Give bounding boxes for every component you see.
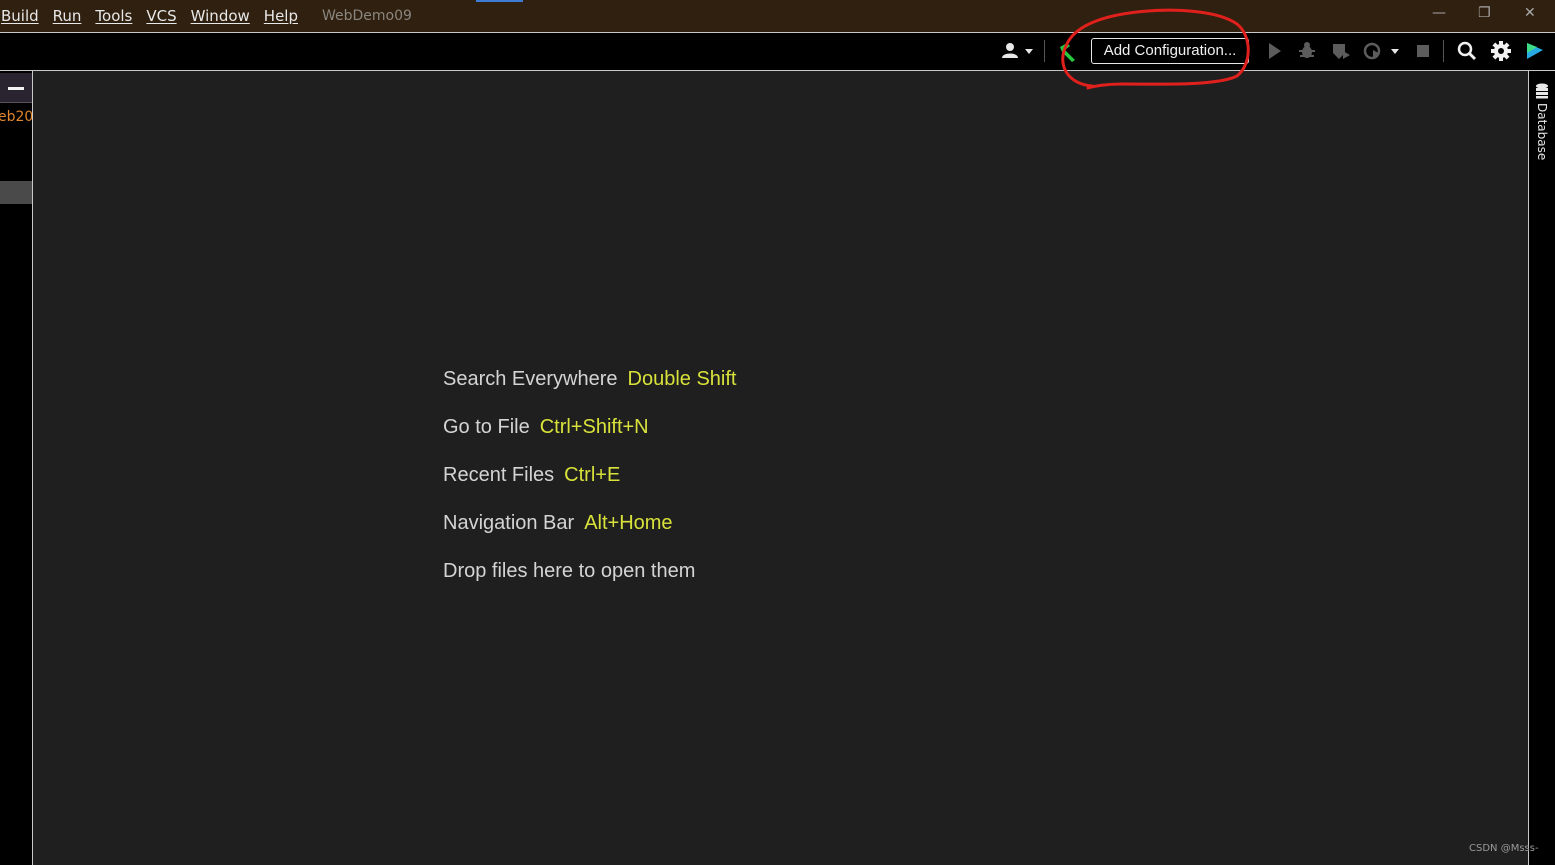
hint-label: Go to File [443,416,530,438]
menu-run[interactable]: Run [53,7,82,25]
main-toolbar: Add Configuration... [0,33,1555,71]
project-tree-label[interactable]: eb20 [0,109,32,125]
toolbar-separator [1443,40,1444,62]
hint-label: Drop files here to open them [443,560,696,582]
selected-tree-row[interactable] [0,181,32,204]
hint-navigation-bar: Navigation Bar Alt+Home [443,512,737,560]
gear-icon[interactable] [1491,41,1511,65]
minimize-panel-button[interactable] [0,73,32,103]
hint-shortcut: Ctrl+Shift+N [539,416,649,438]
menu-help[interactable]: Help [264,7,298,25]
debug-icon[interactable] [1297,41,1317,65]
editor-empty-hints: Search Everywhere Double Shift Go to File… [443,368,737,608]
coverage-icon[interactable] [1331,41,1351,65]
menu-vcs[interactable]: VCS [146,7,176,25]
hint-drop-files: Drop files here to open them [443,560,737,608]
hint-search-everywhere: Search Everywhere Double Shift [443,368,737,416]
hint-recent-files: Recent Files Ctrl+E [443,464,737,512]
profile-icon[interactable] [1363,41,1403,65]
hint-label: Recent Files [443,464,555,486]
right-tool-panel: Database [1528,71,1555,865]
toolbar-separator [1044,40,1045,62]
restore-button[interactable]: ❐ [1478,5,1491,21]
hint-go-to-file: Go to File Ctrl+Shift+N [443,416,737,464]
hint-shortcut: Alt+Home [584,512,673,534]
run-icon[interactable] [1266,41,1284,65]
stop-icon[interactable] [1415,41,1431,65]
menu-window[interactable]: Window [191,7,250,25]
search-icon[interactable] [1457,41,1477,65]
left-tool-panel: eb20 [0,71,33,865]
project-title: WebDemo09 [322,8,412,24]
build-hammer-icon[interactable] [1057,41,1079,67]
menu-tools[interactable]: Tools [95,7,132,25]
hint-label: Navigation Bar [443,512,575,534]
plugin-icon[interactable] [1525,41,1545,65]
minus-icon [8,87,24,90]
hint-shortcut: Ctrl+E [564,464,621,486]
title-bar: Build Run Tools VCS Window Help WebDemo0… [0,0,1555,33]
minimize-button[interactable]: — [1432,5,1446,21]
database-icon[interactable] [1535,83,1549,103]
add-configuration-button[interactable]: Add Configuration... [1091,38,1249,64]
hint-shortcut: Double Shift [627,368,737,390]
user-icon[interactable] [1001,41,1035,65]
close-button[interactable]: ✕ [1524,5,1536,21]
main-menu: Build Run Tools VCS Window Help [1,7,312,25]
database-tab[interactable]: Database [1535,103,1549,160]
hint-label: Search Everywhere [443,368,618,390]
menu-build[interactable]: Build [1,7,39,25]
watermark: CSDN @Msss- [1469,843,1539,854]
active-tab-accent [476,0,523,2]
